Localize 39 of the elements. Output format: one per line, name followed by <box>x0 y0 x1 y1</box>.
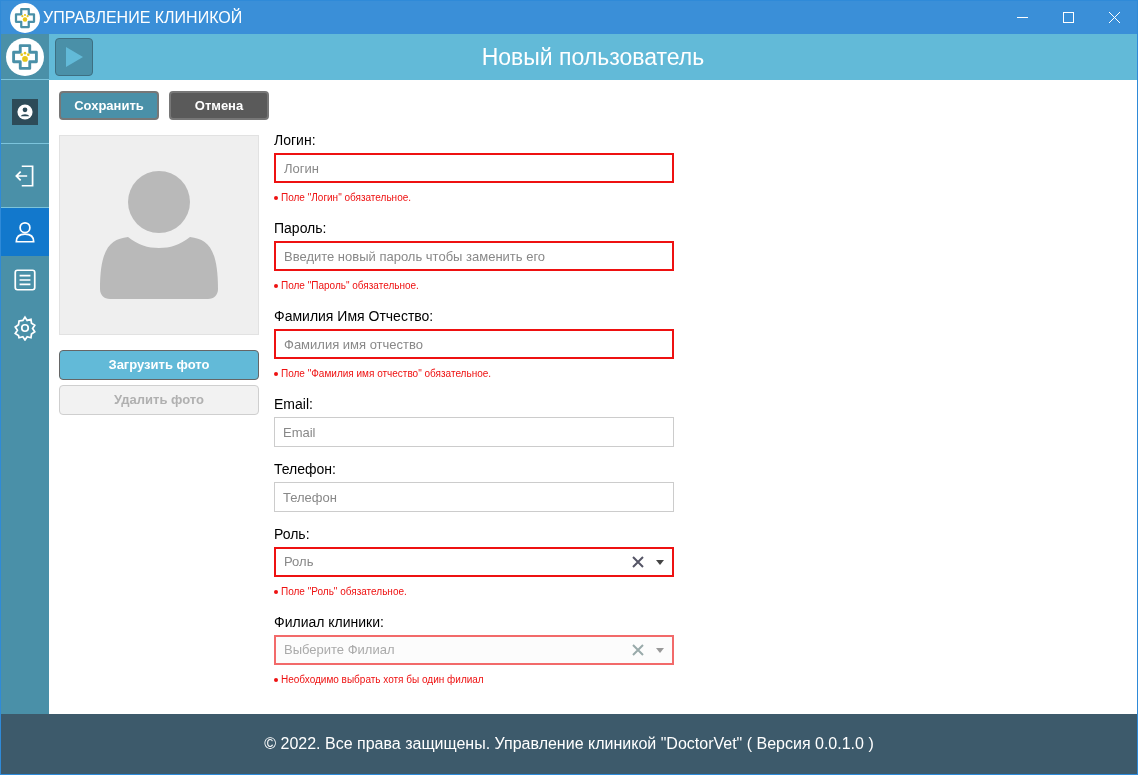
field-label: Телефон: <box>274 460 337 478</box>
cancel-button[interactable]: Отмена <box>169 91 269 120</box>
field-label: Роль: <box>274 525 311 543</box>
input-field[interactable]: Фамилия имя отчество <box>274 329 674 359</box>
clear-icon[interactable] <box>632 556 644 568</box>
field-label: Пароль: <box>274 219 328 237</box>
maximize-icon <box>1062 12 1074 23</box>
field-label: Фамилия Имя Отчество: <box>274 307 435 325</box>
field-label: Филиал клиники: <box>274 613 385 631</box>
upload-photo-button[interactable]: Загрузить фото <box>59 350 259 380</box>
input-field[interactable]: Логин <box>274 153 674 183</box>
window-title: УПРАВЛЕНИЕ КЛИНИКОЙ <box>43 7 243 28</box>
input-field[interactable]: Email <box>274 417 674 447</box>
select-placeholder: Роль <box>284 553 315 572</box>
field-label: Логин: <box>274 131 317 149</box>
error-message: Поле "Пароль" обязательное. <box>281 280 419 292</box>
user-gear-icon <box>12 98 38 125</box>
error-message: Поле "Роль" обязательное. <box>281 586 407 598</box>
user-icon <box>12 219 38 245</box>
close-icon <box>1108 12 1120 23</box>
expand-button[interactable] <box>55 38 93 76</box>
input-field[interactable]: Введите новый пароль чтобы заменить его <box>274 241 674 271</box>
error-message: Поле "Логин" обязательное. <box>281 192 412 204</box>
footer-text: © 2022. Все права защищены. Управление клиникой "DoctorVet" ( Версия 0.0.1.0 ) <box>264 734 874 754</box>
select-placeholder: Выберите Филиал <box>284 641 396 660</box>
input-field[interactable]: Телефон <box>274 482 674 512</box>
save-button[interactable]: Сохранить <box>59 91 159 120</box>
list-icon <box>12 267 38 293</box>
clinic-logo-icon <box>6 37 44 76</box>
caret-icon[interactable] <box>656 559 664 565</box>
user-silhouette-icon <box>100 171 218 299</box>
play-icon <box>64 46 84 68</box>
settings-icon <box>12 315 38 341</box>
select-field[interactable]: Роль <box>274 547 674 577</box>
error-message: Поле "Фамилия имя отчество" обязательное. <box>281 368 492 380</box>
field-label: Email: <box>274 395 314 413</box>
sidebar-item[interactable] <box>1 208 49 256</box>
page-title: Новый пользователь <box>480 42 706 72</box>
error-message: Необходимо выбрать хотя бы один филиал <box>281 674 484 686</box>
